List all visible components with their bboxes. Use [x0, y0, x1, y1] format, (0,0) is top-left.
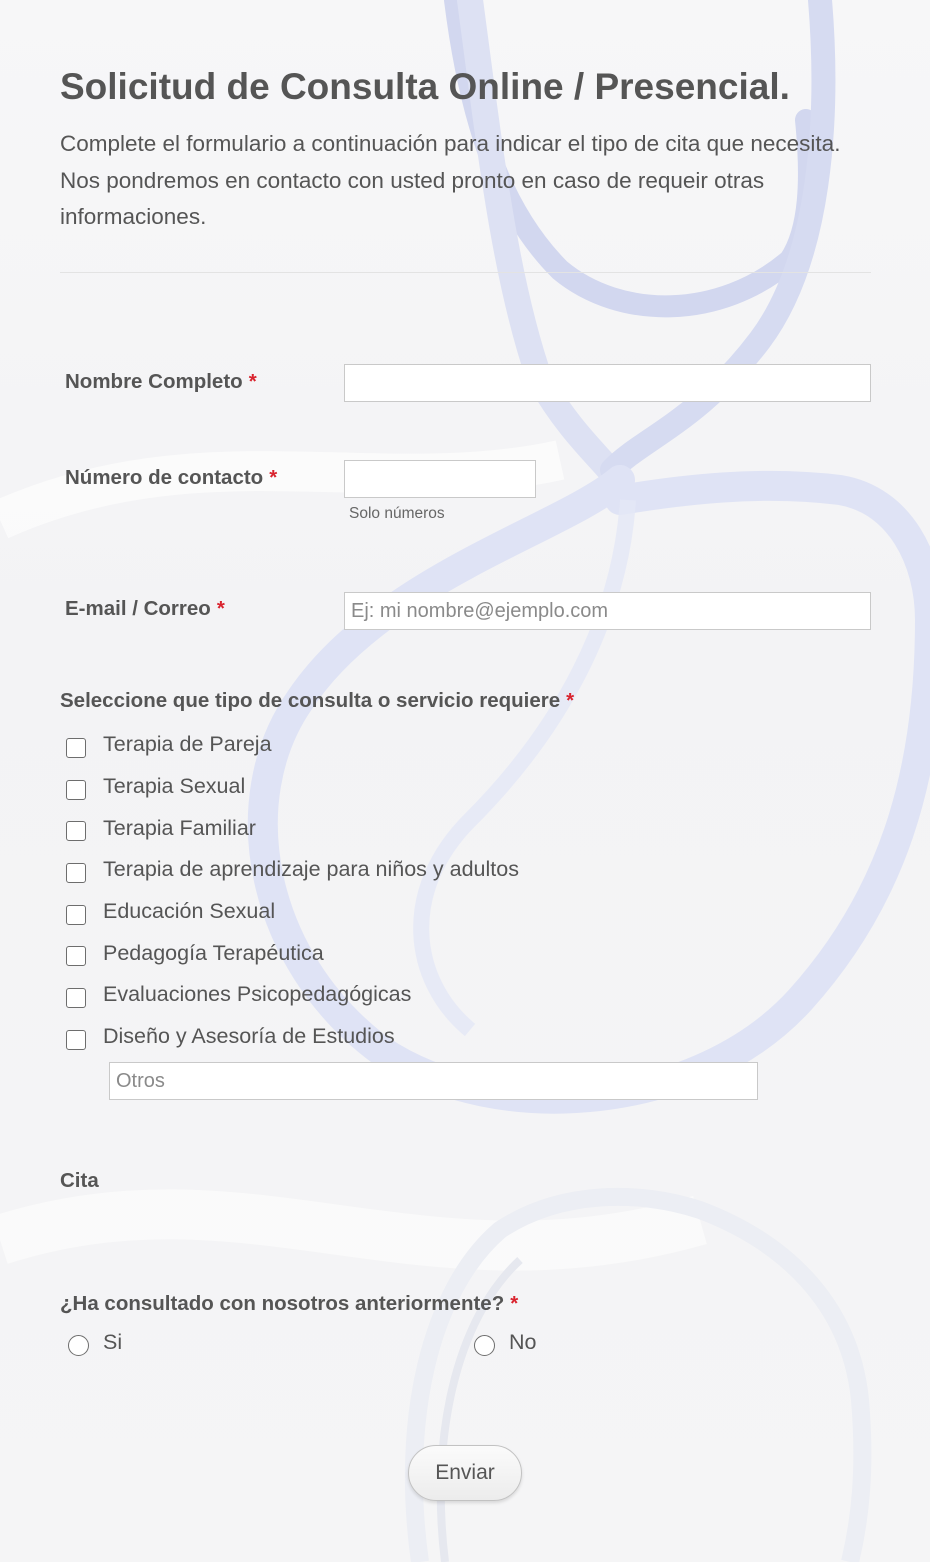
required-marker: *	[248, 370, 257, 393]
radio-label: No	[509, 1330, 537, 1354]
checkbox[interactable]	[66, 1029, 86, 1050]
checkbox[interactable]	[66, 904, 86, 925]
form-description: Complete el formulario a continuación pa…	[60, 131, 841, 229]
service-option[interactable]: Educación Sexual	[66, 891, 519, 933]
service-option[interactable]: Pedagogía Terapéutica	[66, 932, 519, 974]
service-option-label: Terapia de Pareja	[103, 732, 272, 757]
service-option-label: Terapia Familiar	[103, 815, 256, 840]
checkbox[interactable]	[66, 779, 86, 800]
required-marker: *	[269, 466, 278, 489]
name-input[interactable]	[344, 364, 871, 402]
service-option-label: Diseño y Asesoría de Estudios	[103, 1024, 395, 1049]
radio-label: Si	[103, 1330, 123, 1354]
name-label-text: Nombre Completo	[65, 370, 243, 393]
service-option[interactable]: Terapia de Pareja	[66, 724, 519, 766]
submit-button[interactable]: Enviar	[408, 1445, 522, 1501]
radio-button[interactable]	[474, 1335, 495, 1356]
checkbox[interactable]	[66, 987, 86, 1008]
form-content: Solicitud de Consulta Online / Presencia…	[0, 0, 930, 1562]
service-option-label: Evaluaciones Psicopedagógicas	[103, 982, 412, 1007]
service-option[interactable]: Terapia de aprendizaje para niños y adul…	[66, 849, 519, 891]
required-marker: *	[510, 1292, 519, 1315]
radio-button[interactable]	[68, 1335, 89, 1356]
services-label-text: Seleccione que tipo de consulta o servic…	[60, 689, 561, 712]
form-title: Solicitud de Consulta Online / Presencia…	[60, 66, 790, 107]
header-divider	[60, 272, 871, 273]
service-option[interactable]: Diseño y Asesoría de Estudios	[66, 1016, 519, 1058]
service-option-label: Pedagogía Terapéutica	[103, 940, 324, 965]
phone-label-text: Número de contacto	[65, 466, 264, 489]
service-option-label: Educación Sexual	[103, 899, 276, 924]
form-page: Solicitud de Consulta Online / Presencia…	[0, 0, 930, 1562]
email-input[interactable]	[344, 592, 871, 630]
required-marker: *	[216, 597, 225, 620]
radio-option-si[interactable]: Si	[68, 1330, 123, 1356]
email-label: E-mail / Correo *	[65, 597, 225, 621]
services-checklist: Terapia de Pareja Terapia Sexual Terapia…	[66, 724, 519, 1058]
email-label-text: E-mail / Correo	[65, 597, 211, 620]
services-label: Seleccione que tipo de consulta o servic…	[60, 689, 574, 713]
phone-input[interactable]	[344, 460, 536, 498]
previous-consult-label: ¿Ha consultado con nosotros anteriorment…	[60, 1292, 518, 1316]
other-service-input[interactable]	[109, 1062, 758, 1100]
appointment-label: Cita	[60, 1169, 99, 1192]
checkbox[interactable]	[66, 821, 86, 842]
radio-option-no[interactable]: No	[474, 1330, 537, 1356]
checkbox[interactable]	[66, 862, 86, 883]
required-marker: *	[566, 689, 575, 712]
phone-sublabel: Solo números	[349, 505, 445, 522]
service-option[interactable]: Terapia Sexual	[66, 766, 519, 808]
service-option-label: Terapia Sexual	[103, 774, 246, 799]
service-option[interactable]: Terapia Familiar	[66, 807, 519, 849]
service-option-label: Terapia de aprendizaje para niños y adul…	[103, 857, 519, 882]
checkbox[interactable]	[66, 737, 86, 758]
service-option[interactable]: Evaluaciones Psicopedagógicas	[66, 974, 519, 1016]
checkbox[interactable]	[66, 946, 86, 967]
previous-consult-label-text: ¿Ha consultado con nosotros anteriorment…	[60, 1292, 505, 1315]
phone-label: Número de contacto *	[65, 466, 277, 490]
name-label: Nombre Completo *	[65, 370, 257, 394]
